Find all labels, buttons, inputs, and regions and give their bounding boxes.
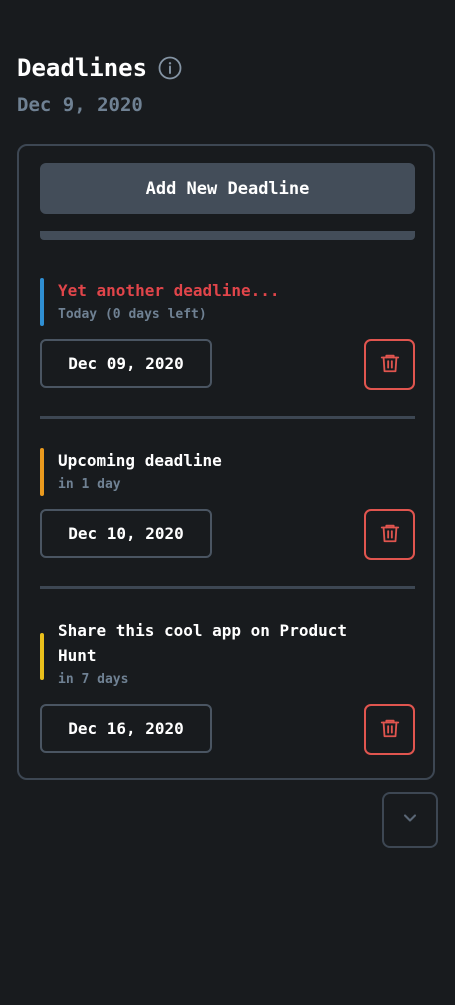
- trash-icon: [379, 522, 401, 548]
- deadline-accent-bar: [40, 278, 44, 326]
- deadline-title: Yet another deadline...: [58, 281, 280, 300]
- deadline-divider: [40, 586, 415, 589]
- page-header: Deadlines Dec 9, 2020: [17, 52, 182, 116]
- deadline-header: Yet another deadline... Today (0 days le…: [40, 278, 415, 326]
- deadline-header: Upcoming deadline in 1 day: [40, 448, 415, 496]
- deadline-item: Upcoming deadline in 1 day Dec 10, 2020: [40, 448, 415, 560]
- deadline-title: Share this cool app on Product Hunt: [58, 621, 347, 665]
- page-title: Deadlines: [17, 54, 148, 82]
- deadline-date-button[interactable]: Dec 10, 2020: [40, 509, 212, 558]
- deadline-header: Share this cool app on Product Hunt in 7…: [40, 618, 415, 687]
- deadline-remaining: Today (0 days left): [58, 307, 207, 322]
- delete-deadline-button[interactable]: [364, 339, 415, 390]
- deadline-item: Yet another deadline... Today (0 days le…: [40, 278, 415, 390]
- trash-icon: [379, 717, 401, 743]
- deadline-remaining: in 7 days: [58, 672, 129, 687]
- chevron-down-icon: [400, 808, 420, 832]
- deadline-remaining: in 1 day: [58, 477, 121, 492]
- current-date: Dec 9, 2020: [17, 94, 143, 116]
- deadline-divider: [40, 416, 415, 419]
- deadline-item: Share this cool app on Product Hunt in 7…: [40, 618, 415, 755]
- collapse-list-button[interactable]: [382, 792, 438, 848]
- add-deadline-button[interactable]: Add New Deadline: [40, 163, 415, 214]
- delete-deadline-button[interactable]: [364, 509, 415, 560]
- deadline-title: Upcoming deadline: [58, 451, 222, 470]
- trash-icon: [379, 352, 401, 378]
- deadlines-panel: Add New Deadline Yet another deadline...…: [17, 144, 435, 780]
- title-row: Deadlines: [17, 52, 182, 84]
- deadline-accent-bar: [40, 448, 44, 496]
- deadline-accent-bar: [40, 633, 44, 680]
- deadline-date-button[interactable]: Dec 16, 2020: [40, 704, 212, 753]
- delete-deadline-button[interactable]: [364, 704, 415, 755]
- info-icon[interactable]: [158, 56, 182, 80]
- list-scroll-indicator: [40, 231, 415, 240]
- deadline-date-button[interactable]: Dec 09, 2020: [40, 339, 212, 388]
